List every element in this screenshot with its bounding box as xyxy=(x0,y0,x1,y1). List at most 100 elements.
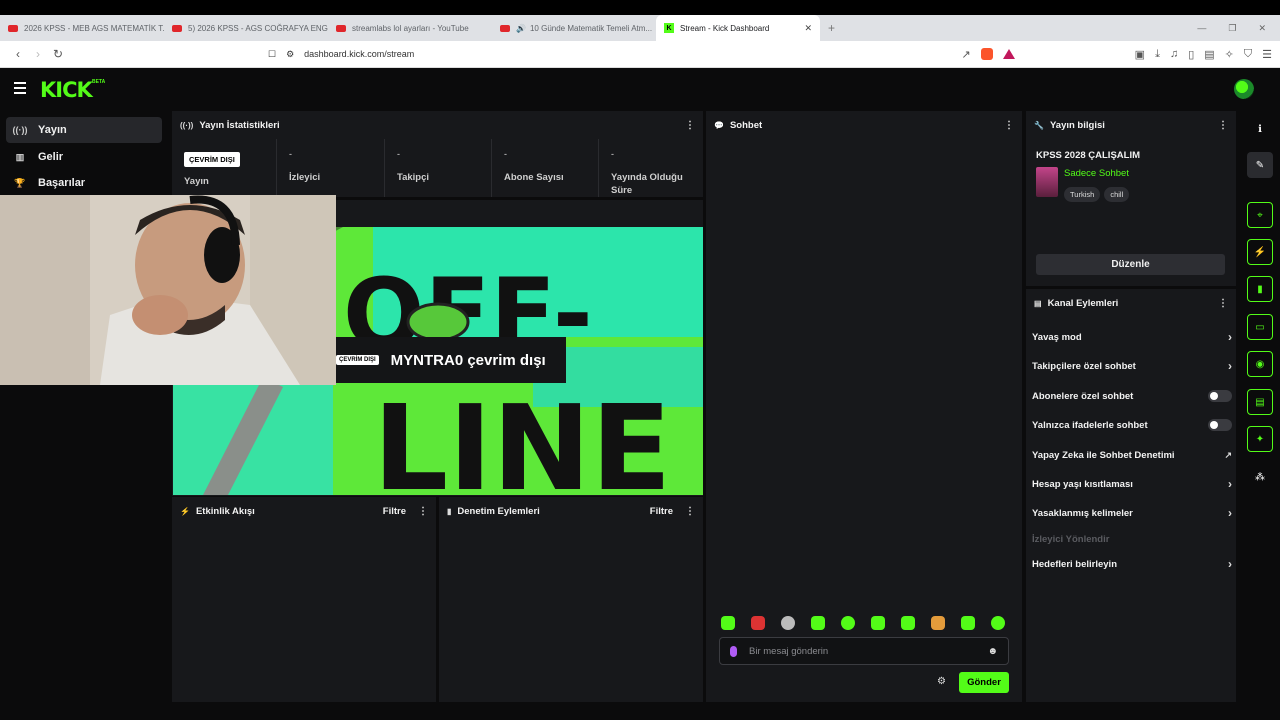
chat-icon[interactable]: ▭ xyxy=(1247,314,1273,340)
emote-icon[interactable] xyxy=(721,616,735,630)
emote-icon[interactable] xyxy=(931,616,945,630)
mic-icon[interactable] xyxy=(730,645,737,657)
note-icon[interactable]: ▮ xyxy=(1247,276,1273,302)
action-slow-mode[interactable]: Yavaş mod › xyxy=(1032,323,1232,351)
action-subscribers-only[interactable]: Abonelere özel sohbet xyxy=(1032,382,1232,410)
new-tab-icon[interactable]: + xyxy=(828,21,835,35)
emote-icon[interactable] xyxy=(841,616,855,630)
emote-icon[interactable] xyxy=(961,616,975,630)
offline-art-text-2: LINE xyxy=(373,379,671,495)
bookmark-icon[interactable]: ☐ xyxy=(268,49,276,60)
sidebar-icon[interactable]: ▯ xyxy=(1188,48,1194,61)
url-text[interactable]: dashboard.kick.com/stream xyxy=(304,49,414,59)
kick-logo[interactable]: KICK xyxy=(40,78,93,102)
action-ai-moderation[interactable]: Yapay Zeka ile Sohbet Denetimi ↗ xyxy=(1032,441,1232,469)
browser-tab-active[interactable]: K Stream - Kick Dashboard ✕ xyxy=(656,15,820,41)
activity-panel: ⚡ Etkinlik Akışı Filtre ⋮ xyxy=(172,497,436,702)
hamburger-icon[interactable] xyxy=(14,82,26,97)
brave-shield-icon[interactable] xyxy=(980,48,993,60)
sidebar-item-gelir[interactable]: ▥ Gelir xyxy=(6,144,162,170)
action-account-age[interactable]: Hesap yaşı kısıtlaması › xyxy=(1032,470,1232,498)
pencil-icon[interactable]: ✎ xyxy=(1247,152,1273,178)
more-icon[interactable]: ⋮ xyxy=(1218,298,1228,309)
browser-tab[interactable]: streamlabs lol ayarları - YouTube xyxy=(328,15,492,41)
trophy-icon: 🏆 xyxy=(14,177,26,188)
focus-icon[interactable]: ⌖ xyxy=(1247,202,1273,228)
bolt-icon: ⚡ xyxy=(180,506,190,516)
action-emotes-only[interactable]: Yalnızca ifadelerle sohbet xyxy=(1032,411,1232,439)
toggle-switch[interactable] xyxy=(1208,419,1232,431)
browser-tab-bar: 2026 KPSS - MEB AGS MATEMATİK T... 5) 20… xyxy=(0,15,1280,41)
close-tab-icon[interactable]: ✕ xyxy=(804,23,812,34)
filter-button[interactable]: Filtre xyxy=(650,506,673,517)
emote-icon[interactable] xyxy=(811,616,825,630)
apps-icon[interactable]: ⁂ xyxy=(1247,464,1273,490)
beta-label: BETA xyxy=(92,79,106,85)
emote-icon[interactable] xyxy=(781,616,795,630)
webcam-image xyxy=(0,195,336,385)
music-icon[interactable]: ♫ xyxy=(1170,48,1178,61)
broadcast-icon[interactable]: ◉ xyxy=(1247,351,1273,377)
more-icon[interactable]: ⋮ xyxy=(685,506,695,517)
sidebar-item-yayin[interactable]: ((·)) Yayın xyxy=(6,117,162,143)
brave-rewards-icon[interactable] xyxy=(1002,49,1015,59)
wrench-icon[interactable]: ✦ xyxy=(1247,426,1273,452)
more-icon[interactable]: ⋮ xyxy=(1218,120,1228,131)
screen-icon[interactable]: ▣ xyxy=(1135,48,1145,61)
edit-button[interactable]: Düzenle xyxy=(1036,254,1225,275)
download-icon[interactable]: ⤓ xyxy=(1155,48,1160,61)
ai-icon[interactable]: ✧ xyxy=(1225,48,1234,61)
back-icon[interactable]: ‹ xyxy=(8,47,28,61)
stat-sure: - Yayında Olduğu Süre xyxy=(598,139,703,197)
stat-yayin: ÇEVRİM DIŞI Yayın xyxy=(172,139,276,197)
window-controls: — ❐ ✕ xyxy=(1197,23,1280,34)
broadcast-icon: ((·)) xyxy=(12,125,28,135)
kick-favicon-icon: K xyxy=(664,23,674,33)
emote-icon[interactable] xyxy=(751,616,765,630)
action-followers-only[interactable]: Takipçilere özel sohbet › xyxy=(1032,352,1232,380)
browser-tab[interactable]: 2026 KPSS - MEB AGS MATEMATİK T... xyxy=(0,15,164,41)
webcam-overlay xyxy=(0,195,336,385)
list-icon[interactable]: ▤ xyxy=(1247,389,1273,415)
sidebar-item-label: Gelir xyxy=(38,151,64,163)
toggle-switch[interactable] xyxy=(1208,390,1232,402)
reload-icon[interactable]: ↻ xyxy=(48,47,68,61)
category-link[interactable]: Sadece Sohbet xyxy=(1064,168,1129,179)
minimize-icon[interactable]: — xyxy=(1197,23,1206,34)
more-icon[interactable]: ⋮ xyxy=(418,506,428,517)
wrench-icon: 🔧 xyxy=(1034,120,1044,130)
forward-icon[interactable]: › xyxy=(28,47,48,61)
chevron-right-icon: › xyxy=(1228,477,1232,491)
address-bar: ‹ › ↻ ☐ ⚙ dashboard.kick.com/stream ↗ ▣ … xyxy=(0,41,1280,68)
close-window-icon[interactable]: ✕ xyxy=(1258,23,1266,34)
chat-input[interactable]: Bir mesaj gönderin ☻ xyxy=(719,637,1009,665)
emote-icon[interactable] xyxy=(871,616,885,630)
action-goals[interactable]: Hedefleri belirleyin › xyxy=(1032,550,1232,578)
stream-title: KPSS 2028 ÇALIŞALIM xyxy=(1036,150,1140,161)
site-info-icon[interactable]: ⚙ xyxy=(286,49,294,60)
chat-panel: 💬 Sohbet ⋮ xyxy=(706,111,1022,702)
sidebar-item-basarilar[interactable]: 🏆 Başarılar xyxy=(6,170,162,196)
more-icon[interactable]: ⋮ xyxy=(1004,120,1014,131)
info-icon[interactable]: ℹ xyxy=(1247,116,1273,142)
wallet-icon[interactable]: ▤ xyxy=(1204,48,1214,61)
browser-tab[interactable]: 🔊 10 Günde Matematik Temeli Atm... xyxy=(492,15,656,41)
maximize-icon[interactable]: ❐ xyxy=(1228,23,1236,34)
send-button[interactable]: Gönder xyxy=(959,672,1009,693)
filter-button[interactable]: Filtre xyxy=(383,506,406,517)
youtube-icon xyxy=(172,24,182,32)
action-banned-words[interactable]: Yasaklanmış kelimeler › xyxy=(1032,499,1232,527)
emote-icon[interactable] xyxy=(991,616,1005,630)
emoji-icon[interactable]: ☻ xyxy=(987,646,998,657)
vpn-icon[interactable]: ⛉ xyxy=(1244,48,1252,61)
browser-tab[interactable]: 5) 2026 KPSS - AGS COĞRAFYA ENGİ... xyxy=(164,15,328,41)
menu-icon[interactable]: ☰ xyxy=(1262,48,1272,61)
bolt-icon[interactable]: ⚡ xyxy=(1247,239,1273,265)
share-icon[interactable]: ↗ xyxy=(961,48,970,61)
gear-icon[interactable]: ⚙ xyxy=(937,676,946,687)
emote-icon[interactable] xyxy=(901,616,915,630)
url-box[interactable]: ☐ ⚙ dashboard.kick.com/stream xyxy=(268,49,961,60)
avatar[interactable] xyxy=(1234,79,1254,99)
more-icon[interactable]: ⋮ xyxy=(685,120,695,131)
panel-title: Etkinlik Akışı xyxy=(195,505,255,517)
